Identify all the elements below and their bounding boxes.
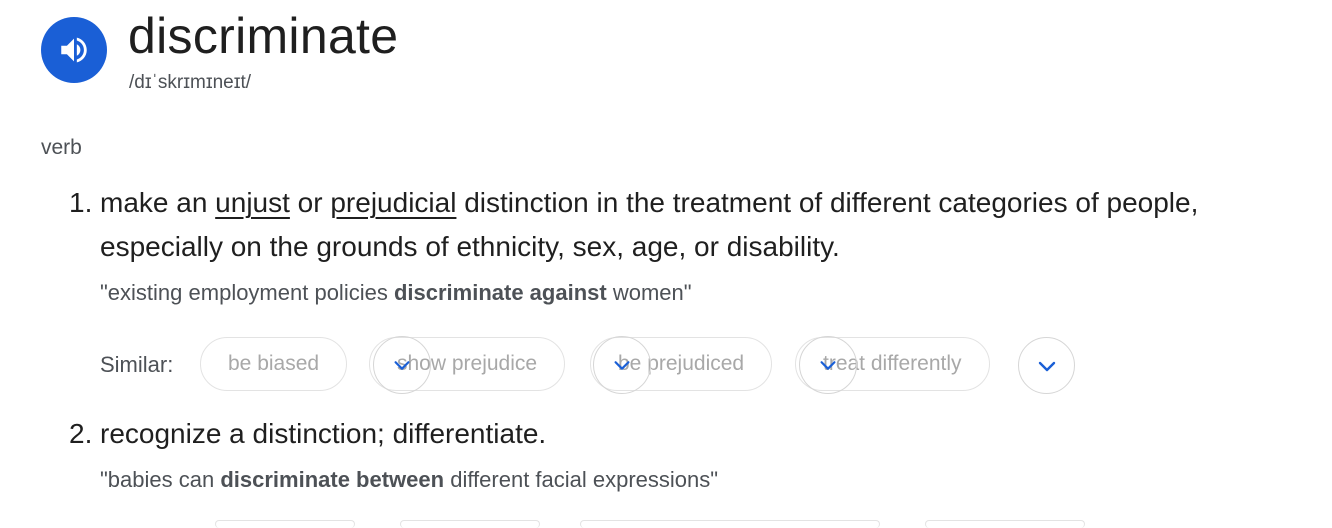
more-similar-button[interactable] bbox=[1018, 337, 1075, 394]
headword: discriminate bbox=[128, 8, 399, 64]
usage-example: "babies can discriminate between differe… bbox=[100, 466, 718, 494]
example-text: women" bbox=[606, 280, 692, 305]
expand-chip-button[interactable] bbox=[799, 336, 857, 394]
chevron-down-icon bbox=[1035, 354, 1059, 378]
similar-label: Similar: bbox=[100, 352, 174, 377]
similar-chip-partial[interactable] bbox=[580, 520, 880, 528]
sense-number: 1. bbox=[69, 187, 93, 218]
usage-example: "existing employment policies discrimina… bbox=[100, 279, 692, 307]
similar-chip-partial[interactable] bbox=[215, 520, 355, 528]
expand-chip-button[interactable] bbox=[593, 336, 651, 394]
similar-chip-partial[interactable] bbox=[925, 520, 1085, 528]
example-text: "existing employment policies bbox=[100, 280, 394, 305]
chevron-down-icon bbox=[391, 354, 413, 376]
listen-button[interactable] bbox=[41, 17, 107, 83]
example-text: "babies can bbox=[100, 467, 221, 492]
example-text: different facial expressions" bbox=[444, 467, 719, 492]
chevron-down-icon bbox=[611, 354, 633, 376]
similar-chip-partial[interactable] bbox=[400, 520, 540, 528]
sense-number: 2. bbox=[69, 418, 93, 449]
part-of-speech: verb bbox=[41, 136, 82, 159]
expand-chip-button[interactable] bbox=[373, 336, 431, 394]
definition: recognize a distinction; differentiate. bbox=[100, 418, 547, 449]
definition-text: or bbox=[289, 187, 331, 218]
chevron-down-icon bbox=[817, 354, 839, 376]
definition: make an unjust or prejudicial distinctio… bbox=[100, 181, 1260, 269]
example-highlight: discriminate against bbox=[393, 280, 607, 305]
definition-link[interactable]: prejudicial bbox=[330, 187, 456, 218]
speaker-icon bbox=[57, 33, 91, 67]
example-highlight: discriminate between bbox=[220, 467, 445, 492]
definition-text: make an bbox=[100, 187, 216, 218]
phonetic-transcription: /dɪˈskrɪmɪneɪt/ bbox=[129, 72, 252, 93]
definition-link[interactable]: unjust bbox=[215, 187, 290, 218]
similar-chip[interactable]: be biased bbox=[200, 337, 348, 391]
